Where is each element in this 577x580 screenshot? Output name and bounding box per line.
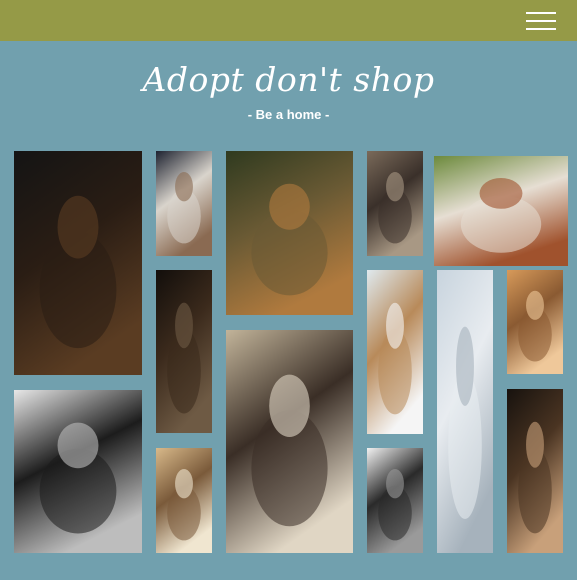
hamburger-menu-icon[interactable] — [523, 10, 559, 32]
photo-dog-at-window[interactable] — [507, 389, 563, 553]
photo-boston-terrier[interactable] — [14, 390, 142, 553]
photo-dark-dog-portrait[interactable] — [156, 270, 212, 433]
hero-subtitle: - Be a home - — [247, 107, 330, 122]
menu-line — [526, 20, 556, 22]
hero-title: Adopt don't shop — [142, 60, 435, 99]
photo-cat-tree[interactable] — [156, 448, 212, 553]
top-navbar — [0, 0, 577, 41]
photo-kitten[interactable] — [367, 448, 423, 553]
photo-shaggy-dog[interactable] — [367, 151, 423, 256]
photo-sleeping-puppy[interactable] — [434, 156, 568, 266]
photo-ragdoll-cat[interactable] — [156, 151, 212, 256]
menu-line — [526, 28, 556, 30]
photo-airedale-terrier[interactable] — [226, 151, 353, 315]
photo-german-shepherd[interactable] — [14, 151, 142, 375]
photo-tabby-cat[interactable] — [367, 270, 423, 434]
photo-yorkie[interactable] — [507, 270, 563, 374]
photo-siamese-cat[interactable] — [226, 330, 353, 553]
photo-window-cat[interactable] — [437, 270, 493, 553]
menu-line — [526, 12, 556, 14]
